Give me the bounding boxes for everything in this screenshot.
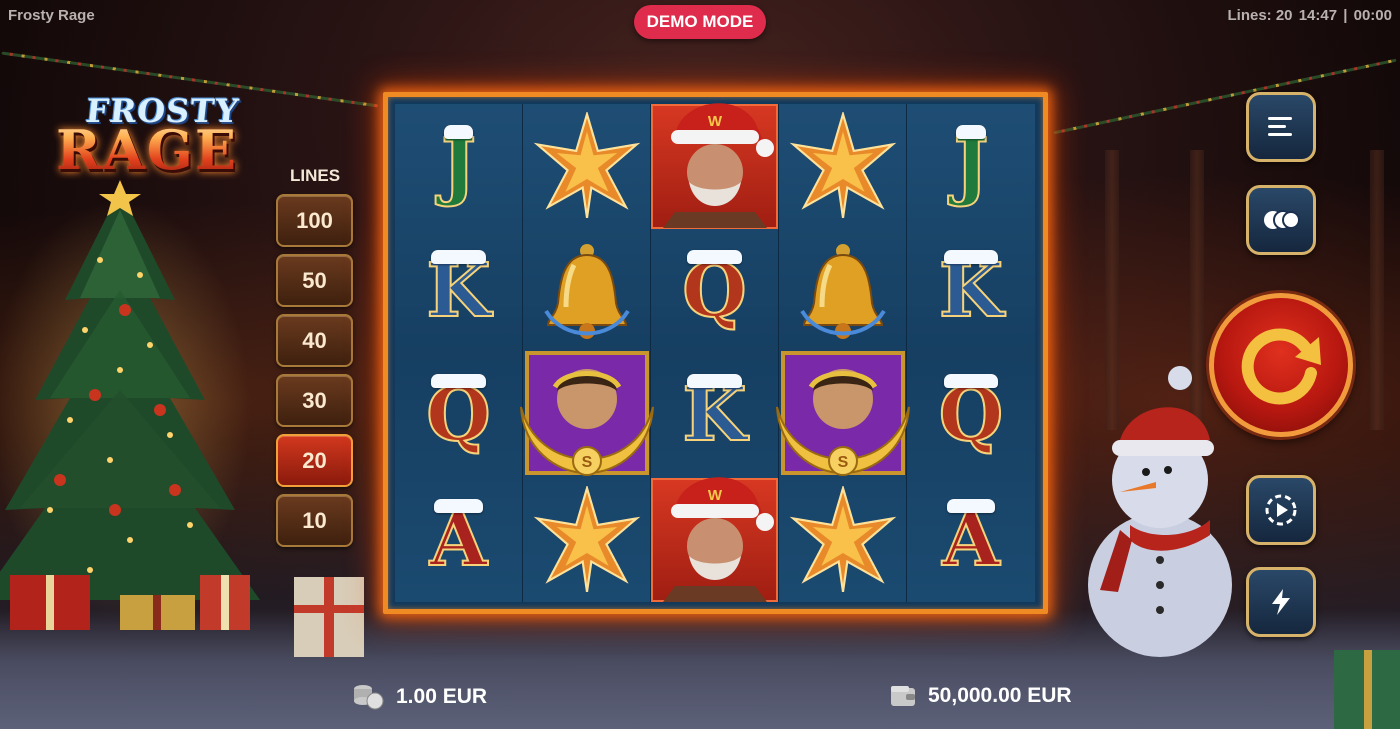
bell-symbol-icon <box>799 243 886 339</box>
spin-button[interactable] <box>1209 293 1353 437</box>
lines-option-100[interactable]: 100 <box>276 194 353 247</box>
reel-cell[interactable]: K <box>907 229 1035 354</box>
reel-cell[interactable]: A <box>907 478 1035 603</box>
symbol-j: J <box>952 123 990 210</box>
symbol-q: Q <box>425 372 492 459</box>
reel-column: J K Q A <box>907 104 1035 602</box>
reel-cell[interactable] <box>523 229 650 354</box>
lines-option-30[interactable]: 30 <box>276 374 353 427</box>
balance-display: 50,000.00 EUR <box>890 684 1072 708</box>
reel-cell[interactable]: J <box>907 104 1035 229</box>
reel-column: J K Q A <box>395 104 523 602</box>
reel-cell[interactable]: Q <box>907 353 1035 478</box>
symbol-q: Q <box>938 372 1004 459</box>
symbol-k: K <box>938 247 1004 334</box>
lines-status: Lines: 20 <box>1227 7 1293 24</box>
lines-label: LINES <box>289 166 341 185</box>
wallet-icon <box>891 686 915 706</box>
lines-option-10[interactable]: 10 <box>276 494 353 547</box>
coin-settings-button[interactable] <box>1246 185 1316 255</box>
bell-symbol-icon <box>543 243 630 339</box>
reel-cell[interactable]: S <box>776 351 910 478</box>
reel-cell[interactable]: W <box>651 476 778 602</box>
reel-cell[interactable]: K <box>651 353 778 478</box>
reel-cell[interactable]: W <box>651 103 778 229</box>
laurel-coin-letter: S <box>582 454 593 471</box>
santa-hat-letter: W <box>708 487 723 504</box>
reel-cell[interactable] <box>523 104 650 229</box>
lines-option-20[interactable]: 20 <box>276 434 353 487</box>
session-timer: 00:00 <box>1353 7 1392 24</box>
spin-arrow-icon <box>1241 328 1321 405</box>
logo-line-rage: RAGE <box>56 118 239 182</box>
lines-option-50[interactable]: 50 <box>276 254 353 307</box>
demo-mode-badge: DEMO MODE <box>634 5 766 39</box>
reel-column: S <box>776 104 910 603</box>
turbo-icon <box>1272 589 1290 615</box>
symbol-q: Q <box>681 247 748 334</box>
turbo-button[interactable] <box>1246 567 1316 637</box>
reel-cell[interactable]: S <box>520 351 654 478</box>
reel-column: S <box>520 104 654 603</box>
santa-hero-icon: W <box>663 476 774 602</box>
bet-value: 1.00 EUR <box>396 685 488 708</box>
balance-value: 50,000.00 EUR <box>928 684 1072 707</box>
star-symbol-icon <box>789 485 896 592</box>
menu-button[interactable] <box>1246 92 1316 162</box>
reel-cell[interactable]: K <box>395 229 522 354</box>
clock: 14:47 <box>1298 7 1338 24</box>
game-logo: FROSTY RAGE <box>56 92 266 192</box>
santa-hat-letter: W <box>708 113 723 130</box>
gift-box-decoration <box>294 577 364 657</box>
star-symbol-icon <box>533 112 640 219</box>
bet-display[interactable]: 1.00 EUR <box>352 684 487 710</box>
menu-icon <box>1268 117 1292 136</box>
reel-cell[interactable] <box>523 478 650 603</box>
star-symbol-icon <box>533 485 640 592</box>
laurel-hero-symbol-icon: S <box>520 351 654 476</box>
laurel-hero-symbol-icon: S <box>776 351 910 476</box>
auto-spin-icon <box>1265 494 1297 526</box>
reel-cell[interactable] <box>779 104 906 229</box>
symbol-k: K <box>425 247 492 334</box>
laurel-coin-letter: S <box>838 454 849 471</box>
status-bar: Lines: 20 14:47 | 00:00 <box>1226 7 1393 24</box>
autoplay-button[interactable] <box>1246 475 1316 545</box>
coin-stack-icon <box>354 685 384 710</box>
reel-grid: J K Q A S W Q K W S J K Q A <box>395 103 1035 603</box>
status-separator: | <box>1343 7 1348 24</box>
gift-box-decoration <box>1334 650 1400 729</box>
arena-pillar <box>1370 150 1384 430</box>
santa-hero-icon: W <box>663 103 774 228</box>
reel-cell[interactable]: A <box>395 478 522 603</box>
symbol-k: K <box>681 372 748 459</box>
reel-column: W Q K W <box>651 103 779 602</box>
symbol-a: A <box>941 496 1001 583</box>
symbol-j: J <box>440 123 477 210</box>
reel-cell[interactable] <box>779 229 906 354</box>
reel-cell[interactable]: Q <box>395 353 522 478</box>
reel-cell[interactable]: J <box>395 104 522 229</box>
window-title: Frosty Rage <box>8 7 95 24</box>
reel-cell[interactable]: Q <box>651 229 778 354</box>
snowman-decoration <box>1088 366 1232 657</box>
star-symbol-icon <box>789 112 896 219</box>
christmas-tree-decoration <box>0 180 260 630</box>
coins-toggle-icon <box>1264 210 1300 230</box>
reel-cell[interactable] <box>779 478 906 603</box>
symbol-a: A <box>429 496 488 583</box>
lines-option-40[interactable]: 40 <box>276 314 353 367</box>
